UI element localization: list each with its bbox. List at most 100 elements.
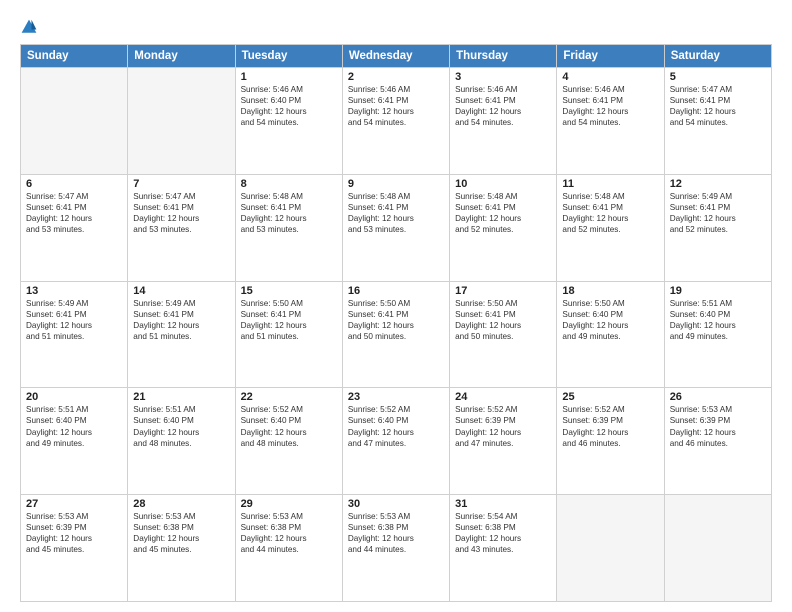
- weekday-header: Saturday: [664, 45, 771, 68]
- page-header: [20, 18, 772, 36]
- day-number: 12: [670, 178, 766, 190]
- weekday-header: Wednesday: [342, 45, 449, 68]
- calendar-cell: 24Sunrise: 5:52 AM Sunset: 6:39 PM Dayli…: [450, 388, 557, 495]
- calendar-cell: 9Sunrise: 5:48 AM Sunset: 6:41 PM Daylig…: [342, 174, 449, 281]
- day-info: Sunrise: 5:48 AM Sunset: 6:41 PM Dayligh…: [455, 191, 551, 235]
- day-number: 29: [241, 498, 337, 510]
- day-info: Sunrise: 5:46 AM Sunset: 6:40 PM Dayligh…: [241, 84, 337, 128]
- weekday-header: Friday: [557, 45, 664, 68]
- day-info: Sunrise: 5:46 AM Sunset: 6:41 PM Dayligh…: [348, 84, 444, 128]
- day-info: Sunrise: 5:50 AM Sunset: 6:41 PM Dayligh…: [348, 298, 444, 342]
- calendar-cell: 31Sunrise: 5:54 AM Sunset: 6:38 PM Dayli…: [450, 495, 557, 602]
- calendar-cell: 17Sunrise: 5:50 AM Sunset: 6:41 PM Dayli…: [450, 281, 557, 388]
- day-number: 25: [562, 391, 658, 403]
- calendar-cell: 13Sunrise: 5:49 AM Sunset: 6:41 PM Dayli…: [21, 281, 128, 388]
- day-info: Sunrise: 5:47 AM Sunset: 6:41 PM Dayligh…: [26, 191, 122, 235]
- calendar-cell: [21, 68, 128, 175]
- calendar-cell: 4Sunrise: 5:46 AM Sunset: 6:41 PM Daylig…: [557, 68, 664, 175]
- calendar-cell: 16Sunrise: 5:50 AM Sunset: 6:41 PM Dayli…: [342, 281, 449, 388]
- day-number: 24: [455, 391, 551, 403]
- calendar-header-row: SundayMondayTuesdayWednesdayThursdayFrid…: [21, 45, 772, 68]
- day-number: 19: [670, 285, 766, 297]
- calendar-cell: 18Sunrise: 5:50 AM Sunset: 6:40 PM Dayli…: [557, 281, 664, 388]
- day-number: 11: [562, 178, 658, 190]
- calendar-cell: 14Sunrise: 5:49 AM Sunset: 6:41 PM Dayli…: [128, 281, 235, 388]
- day-info: Sunrise: 5:46 AM Sunset: 6:41 PM Dayligh…: [455, 84, 551, 128]
- day-number: 28: [133, 498, 229, 510]
- day-info: Sunrise: 5:53 AM Sunset: 6:38 PM Dayligh…: [133, 511, 229, 555]
- day-info: Sunrise: 5:46 AM Sunset: 6:41 PM Dayligh…: [562, 84, 658, 128]
- day-number: 26: [670, 391, 766, 403]
- calendar-cell: 27Sunrise: 5:53 AM Sunset: 6:39 PM Dayli…: [21, 495, 128, 602]
- calendar-cell: [557, 495, 664, 602]
- calendar-cell: 7Sunrise: 5:47 AM Sunset: 6:41 PM Daylig…: [128, 174, 235, 281]
- calendar-cell: 29Sunrise: 5:53 AM Sunset: 6:38 PM Dayli…: [235, 495, 342, 602]
- day-number: 9: [348, 178, 444, 190]
- calendar-table: SundayMondayTuesdayWednesdayThursdayFrid…: [20, 44, 772, 602]
- day-number: 1: [241, 71, 337, 83]
- day-number: 4: [562, 71, 658, 83]
- day-info: Sunrise: 5:52 AM Sunset: 6:39 PM Dayligh…: [455, 404, 551, 448]
- day-info: Sunrise: 5:52 AM Sunset: 6:40 PM Dayligh…: [348, 404, 444, 448]
- day-info: Sunrise: 5:50 AM Sunset: 6:41 PM Dayligh…: [455, 298, 551, 342]
- calendar-cell: 20Sunrise: 5:51 AM Sunset: 6:40 PM Dayli…: [21, 388, 128, 495]
- day-info: Sunrise: 5:47 AM Sunset: 6:41 PM Dayligh…: [133, 191, 229, 235]
- calendar-cell: 28Sunrise: 5:53 AM Sunset: 6:38 PM Dayli…: [128, 495, 235, 602]
- day-info: Sunrise: 5:49 AM Sunset: 6:41 PM Dayligh…: [670, 191, 766, 235]
- calendar-week-row: 6Sunrise: 5:47 AM Sunset: 6:41 PM Daylig…: [21, 174, 772, 281]
- day-info: Sunrise: 5:48 AM Sunset: 6:41 PM Dayligh…: [241, 191, 337, 235]
- day-number: 13: [26, 285, 122, 297]
- calendar-cell: 3Sunrise: 5:46 AM Sunset: 6:41 PM Daylig…: [450, 68, 557, 175]
- day-number: 2: [348, 71, 444, 83]
- day-number: 17: [455, 285, 551, 297]
- calendar-week-row: 20Sunrise: 5:51 AM Sunset: 6:40 PM Dayli…: [21, 388, 772, 495]
- day-number: 21: [133, 391, 229, 403]
- day-number: 23: [348, 391, 444, 403]
- day-info: Sunrise: 5:53 AM Sunset: 6:38 PM Dayligh…: [241, 511, 337, 555]
- calendar-cell: 6Sunrise: 5:47 AM Sunset: 6:41 PM Daylig…: [21, 174, 128, 281]
- calendar-cell: 19Sunrise: 5:51 AM Sunset: 6:40 PM Dayli…: [664, 281, 771, 388]
- calendar-week-row: 1Sunrise: 5:46 AM Sunset: 6:40 PM Daylig…: [21, 68, 772, 175]
- day-info: Sunrise: 5:53 AM Sunset: 6:39 PM Dayligh…: [670, 404, 766, 448]
- day-number: 5: [670, 71, 766, 83]
- logo-icon: [20, 18, 38, 36]
- calendar-cell: 26Sunrise: 5:53 AM Sunset: 6:39 PM Dayli…: [664, 388, 771, 495]
- day-info: Sunrise: 5:52 AM Sunset: 6:40 PM Dayligh…: [241, 404, 337, 448]
- day-info: Sunrise: 5:48 AM Sunset: 6:41 PM Dayligh…: [562, 191, 658, 235]
- weekday-header: Monday: [128, 45, 235, 68]
- day-number: 15: [241, 285, 337, 297]
- day-info: Sunrise: 5:53 AM Sunset: 6:39 PM Dayligh…: [26, 511, 122, 555]
- day-info: Sunrise: 5:50 AM Sunset: 6:40 PM Dayligh…: [562, 298, 658, 342]
- day-number: 8: [241, 178, 337, 190]
- calendar-cell: 11Sunrise: 5:48 AM Sunset: 6:41 PM Dayli…: [557, 174, 664, 281]
- day-info: Sunrise: 5:49 AM Sunset: 6:41 PM Dayligh…: [133, 298, 229, 342]
- calendar-cell: 8Sunrise: 5:48 AM Sunset: 6:41 PM Daylig…: [235, 174, 342, 281]
- calendar-cell: [664, 495, 771, 602]
- day-info: Sunrise: 5:48 AM Sunset: 6:41 PM Dayligh…: [348, 191, 444, 235]
- calendar-cell: 12Sunrise: 5:49 AM Sunset: 6:41 PM Dayli…: [664, 174, 771, 281]
- day-number: 31: [455, 498, 551, 510]
- day-number: 10: [455, 178, 551, 190]
- weekday-header: Tuesday: [235, 45, 342, 68]
- day-info: Sunrise: 5:51 AM Sunset: 6:40 PM Dayligh…: [133, 404, 229, 448]
- calendar-cell: 25Sunrise: 5:52 AM Sunset: 6:39 PM Dayli…: [557, 388, 664, 495]
- weekday-header: Thursday: [450, 45, 557, 68]
- calendar-week-row: 13Sunrise: 5:49 AM Sunset: 6:41 PM Dayli…: [21, 281, 772, 388]
- calendar-cell: 15Sunrise: 5:50 AM Sunset: 6:41 PM Dayli…: [235, 281, 342, 388]
- calendar-cell: 5Sunrise: 5:47 AM Sunset: 6:41 PM Daylig…: [664, 68, 771, 175]
- day-info: Sunrise: 5:52 AM Sunset: 6:39 PM Dayligh…: [562, 404, 658, 448]
- calendar-cell: 10Sunrise: 5:48 AM Sunset: 6:41 PM Dayli…: [450, 174, 557, 281]
- calendar-cell: 23Sunrise: 5:52 AM Sunset: 6:40 PM Dayli…: [342, 388, 449, 495]
- day-number: 14: [133, 285, 229, 297]
- day-number: 18: [562, 285, 658, 297]
- day-info: Sunrise: 5:51 AM Sunset: 6:40 PM Dayligh…: [26, 404, 122, 448]
- day-info: Sunrise: 5:53 AM Sunset: 6:38 PM Dayligh…: [348, 511, 444, 555]
- day-number: 22: [241, 391, 337, 403]
- calendar-cell: 22Sunrise: 5:52 AM Sunset: 6:40 PM Dayli…: [235, 388, 342, 495]
- day-number: 3: [455, 71, 551, 83]
- weekday-header: Sunday: [21, 45, 128, 68]
- day-info: Sunrise: 5:49 AM Sunset: 6:41 PM Dayligh…: [26, 298, 122, 342]
- day-number: 30: [348, 498, 444, 510]
- day-number: 20: [26, 391, 122, 403]
- calendar-cell: 30Sunrise: 5:53 AM Sunset: 6:38 PM Dayli…: [342, 495, 449, 602]
